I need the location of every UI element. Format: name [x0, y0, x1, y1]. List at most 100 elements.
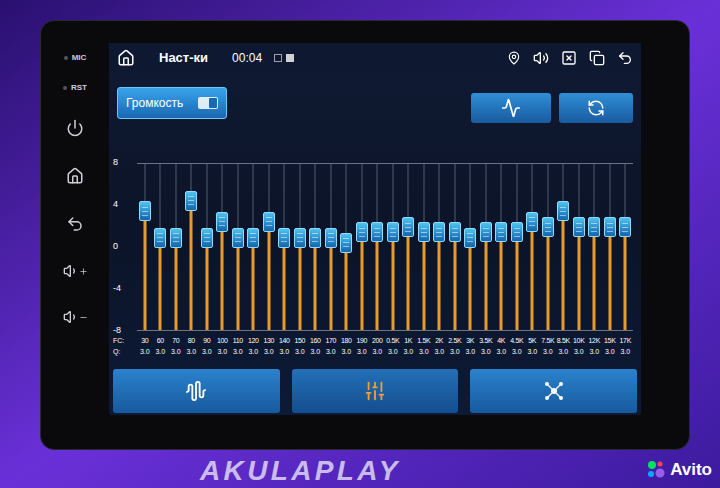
eq-band[interactable]: 1803.0 — [339, 163, 355, 357]
eq-band[interactable]: 10K3.0 — [571, 163, 587, 357]
eq-band[interactable]: 3K3.0 — [463, 163, 479, 357]
eq-band[interactable]: 4K3.0 — [494, 163, 510, 357]
eq-knob[interactable] — [573, 217, 585, 237]
eq-band[interactable]: 803.0 — [184, 163, 200, 357]
eq-freq: 130 — [263, 335, 274, 346]
eq-band[interactable]: 1K3.0 — [401, 163, 417, 357]
eq-knob[interactable] — [201, 228, 213, 248]
home-icon[interactable] — [117, 49, 135, 67]
eq-band[interactable]: 1.5K3.0 — [416, 163, 432, 357]
toggle-switch[interactable] — [198, 97, 218, 109]
eq-knob[interactable] — [154, 228, 166, 248]
bottom-tab[interactable] — [292, 369, 459, 413]
bottom-tab[interactable] — [470, 369, 637, 413]
eq-fill — [500, 230, 503, 330]
indicator-icon — [286, 54, 294, 62]
volume-toggle-button[interactable]: Громкость — [117, 87, 227, 119]
eq-band[interactable]: 1903.0 — [354, 163, 370, 357]
eq-band[interactable]: 8.5K3.0 — [556, 163, 572, 357]
eq-band[interactable]: 1603.0 — [308, 163, 324, 357]
curve-button[interactable] — [471, 93, 551, 123]
eq-freq: 12K — [589, 335, 600, 346]
eq-band[interactable]: 1103.0 — [230, 163, 246, 357]
eq-knob[interactable] — [340, 233, 352, 253]
eq-knob[interactable] — [449, 222, 461, 242]
eq-fill — [236, 236, 239, 331]
avito-logo-icon — [646, 459, 666, 479]
eq-band[interactable]: 1203.0 — [246, 163, 262, 357]
eq-knob[interactable] — [232, 228, 244, 248]
bottom-tab[interactable] — [113, 369, 280, 413]
status-bar: Наст-ки00:04 — [109, 43, 641, 73]
eq-band[interactable]: 903.0 — [199, 163, 215, 357]
eq-band[interactable]: 5K3.0 — [525, 163, 541, 357]
eq-knob[interactable] — [402, 217, 414, 237]
eq-band[interactable]: 4.5K3.0 — [509, 163, 525, 357]
eq-knob[interactable] — [278, 228, 290, 248]
eq-fill — [469, 236, 472, 331]
back-icon[interactable] — [66, 215, 84, 233]
eq-knob[interactable] — [263, 212, 275, 232]
eq-knob[interactable] — [371, 222, 383, 242]
eq-band[interactable]: 7.5K3.0 — [540, 163, 556, 357]
eq-band[interactable]: 2K3.0 — [432, 163, 448, 357]
eq-band[interactable]: 2003.0 — [370, 163, 386, 357]
eq-fill — [515, 230, 518, 330]
eq-knob[interactable] — [309, 228, 321, 248]
eq-band[interactable]: 1403.0 — [277, 163, 293, 357]
back-icon[interactable] — [617, 50, 633, 66]
eq-knob[interactable] — [557, 201, 569, 221]
eq-knob[interactable] — [464, 228, 476, 248]
power-icon[interactable] — [66, 119, 84, 137]
eq-band[interactable]: 1703.0 — [323, 163, 339, 357]
eq-knob[interactable] — [604, 217, 616, 237]
eq-band[interactable]: 603.0 — [153, 163, 169, 357]
home-icon[interactable] — [66, 167, 84, 185]
eq-band[interactable]: 2.5K3.0 — [447, 163, 463, 357]
eq-knob[interactable] — [170, 228, 182, 248]
eq-fill — [360, 230, 363, 330]
eq-band[interactable]: 12K3.0 — [587, 163, 603, 357]
volume-down-button[interactable] — [63, 309, 88, 325]
eq-knob[interactable] — [185, 191, 197, 211]
speaker-icon — [63, 263, 79, 279]
eq-q: 3.0 — [434, 346, 444, 357]
eq-knob[interactable] — [542, 217, 554, 237]
volume-up-button[interactable] — [63, 263, 88, 279]
eq-knob[interactable] — [247, 228, 259, 248]
eq-band[interactable]: 15K3.0 — [602, 163, 618, 357]
y-tick: 0 — [113, 240, 118, 254]
eq-q: 3.0 — [202, 346, 212, 357]
eq-q: 3.0 — [481, 346, 491, 357]
eq-band[interactable]: 703.0 — [168, 163, 184, 357]
eq-knob[interactable] — [216, 212, 228, 232]
eq-knob[interactable] — [294, 228, 306, 248]
eq-knob[interactable] — [480, 222, 492, 242]
eq-knob[interactable] — [588, 217, 600, 237]
eq-band[interactable]: 17K3.0 — [618, 163, 634, 357]
eq-knob[interactable] — [526, 212, 538, 232]
eq-knob[interactable] — [511, 222, 523, 242]
eq-knob[interactable] — [433, 222, 445, 242]
eq-band[interactable]: 1003.0 — [215, 163, 231, 357]
bezel-label: RST — [71, 82, 87, 94]
eq-knob[interactable] — [356, 222, 368, 242]
eq-knob[interactable] — [387, 222, 399, 242]
effects-icon — [543, 380, 565, 402]
eq-knob[interactable] — [325, 228, 337, 248]
eq-knob[interactable] — [418, 222, 430, 242]
reset-button[interactable] — [559, 93, 633, 123]
volume-icon[interactable] — [533, 50, 549, 66]
eq-knob[interactable] — [139, 201, 151, 221]
eq-band[interactable]: 303.0 — [137, 163, 153, 357]
eq-knob[interactable] — [619, 217, 631, 237]
eq-freq: 200 — [372, 335, 383, 346]
eq-knob[interactable] — [495, 222, 507, 242]
eq-band[interactable]: 0.5K3.0 — [385, 163, 401, 357]
close-icon[interactable] — [561, 50, 577, 66]
eq-band[interactable]: 3.5K3.0 — [478, 163, 494, 357]
eq-band[interactable]: 1503.0 — [292, 163, 308, 357]
eq-band[interactable]: 1303.0 — [261, 163, 277, 357]
windows-icon[interactable] — [589, 50, 605, 66]
eq-fill — [422, 230, 425, 330]
